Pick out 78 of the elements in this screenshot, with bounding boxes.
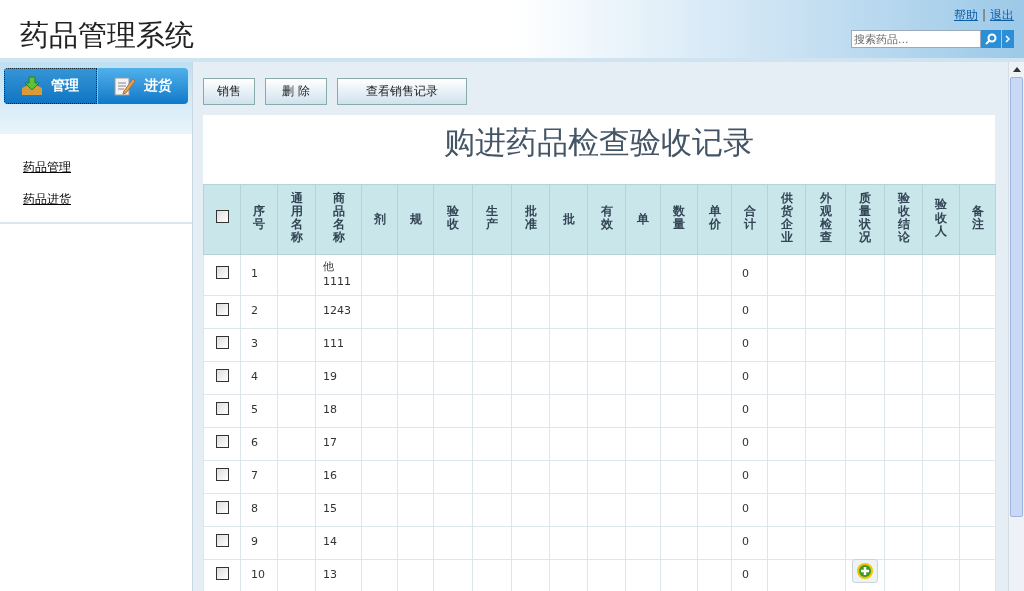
column-header: 验收人 [935, 198, 947, 238]
column-header: 外观检查 [819, 191, 832, 245]
toolbar-button[interactable]: 查看销售记录 [337, 77, 467, 105]
checkbox[interactable] [215, 401, 229, 415]
table-cell: 19 [323, 370, 337, 384]
sidebar-link[interactable]: 药品进货 [23, 189, 71, 208]
sidebar-link[interactable]: 药品管理 [23, 157, 71, 176]
checkbox[interactable] [215, 335, 229, 349]
column-header: 序号 [253, 204, 265, 232]
column-header: 质量状况 [859, 191, 871, 245]
table-cell: 4 [251, 370, 258, 384]
table-cell: 9 [251, 535, 258, 549]
table-cell: 2 [251, 304, 258, 318]
header-link[interactable]: 退出 [990, 6, 1014, 24]
column-header: 生产 [486, 204, 498, 232]
checkbox[interactable] [215, 434, 229, 448]
table-cell: 0 [742, 304, 749, 318]
link-separator: | [981, 7, 986, 24]
table-cell: 他1111 [323, 260, 351, 288]
checkbox[interactable] [215, 368, 229, 382]
table-cell: 0 [742, 568, 749, 582]
column-header: 商品名称 [332, 191, 345, 245]
table-cell: 16 [323, 469, 337, 483]
column-header: 验收结论 [897, 191, 910, 245]
toolbar-button[interactable]: 销售 [203, 77, 255, 105]
download-tray-icon [21, 75, 44, 96]
column-header: 批准 [524, 204, 537, 232]
notepad-pencil-icon [113, 75, 136, 96]
column-header: 单 [637, 213, 649, 227]
table-cell: 0 [742, 436, 749, 450]
table-cell: 7 [251, 469, 258, 483]
table-cell: 17 [323, 436, 337, 450]
table-cell: 18 [323, 403, 337, 417]
column-header: 通用名称 [290, 191, 303, 245]
table-cell: 0 [742, 337, 749, 351]
table-cell: 0 [742, 267, 749, 281]
column-header: 数量 [673, 204, 685, 232]
checkbox[interactable] [215, 500, 229, 514]
table-cell: 6 [251, 436, 258, 450]
search-field[interactable]: 搜索药品... [851, 30, 981, 48]
table-cell: 10 [251, 568, 265, 582]
column-header: 合计 [743, 204, 756, 232]
table-cell: 0 [742, 502, 749, 516]
checkbox[interactable] [215, 302, 229, 316]
column-header: 供货企业 [780, 191, 793, 245]
column-header: 规 [409, 213, 422, 227]
table-cell: 0 [742, 370, 749, 384]
table-cell: 13 [323, 568, 337, 582]
search-icon[interactable] [981, 30, 1001, 48]
table-cell: 5 [251, 403, 258, 417]
table-cell: 111 [323, 337, 344, 351]
plus-icon[interactable] [852, 559, 878, 583]
sidebar-tab[interactable]: 管理 [4, 67, 97, 104]
column-header: 剂 [373, 213, 386, 227]
table-cell: 15 [323, 502, 337, 516]
column-header: 备注 [971, 204, 984, 232]
table-cell: 0 [742, 469, 749, 483]
checkbox[interactable] [215, 265, 229, 279]
table-cell: 1 [251, 267, 258, 281]
column-header: 验收 [447, 204, 459, 232]
checkbox[interactable] [215, 566, 229, 580]
table-cell: 3 [251, 337, 258, 351]
table-cell: 0 [742, 403, 749, 417]
checkbox[interactable] [215, 533, 229, 547]
table-cell: 1243 [323, 304, 351, 318]
toolbar-button[interactable]: 删 除 [265, 77, 327, 105]
checkbox[interactable] [215, 210, 229, 223]
scrollbar-thumb[interactable] [1010, 76, 1023, 517]
header-link[interactable]: 帮助 [953, 6, 978, 24]
column-header: 批 [562, 213, 575, 227]
checkbox[interactable] [215, 467, 229, 481]
app-title: 药品管理系统 [20, 17, 194, 54]
table-cell: 0 [742, 535, 749, 549]
report-title: 购进药品检查验收记录 [443, 122, 755, 162]
column-header: 单价 [708, 204, 721, 232]
table-cell: 8 [251, 502, 258, 516]
column-header: 有效 [600, 204, 613, 232]
table-cell: 14 [323, 535, 337, 549]
